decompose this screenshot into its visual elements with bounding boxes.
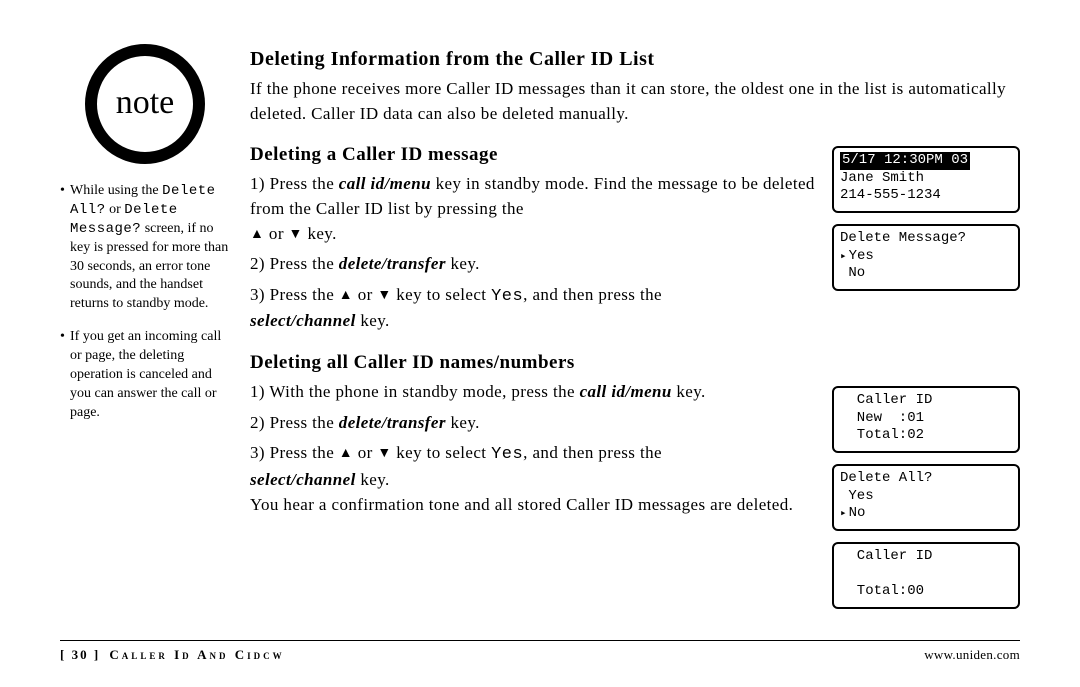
footer-url: www.uniden.com (924, 647, 1020, 663)
lcd-row-selected: No (840, 505, 1012, 523)
down-arrow-icon: ▼ (377, 286, 391, 306)
text: With the phone in standby mode, press th… (269, 382, 579, 401)
text: Press the (270, 443, 339, 462)
text: or (353, 443, 377, 462)
page-footer: [ 30 ] Caller Id And Cidcw www.uniden.co… (60, 647, 1020, 663)
note-label: note (116, 84, 175, 122)
main-content: Deleting Information from the Caller ID … (250, 48, 1020, 523)
heading-sub-2: Deleting all Caller ID names/numbers (250, 352, 1020, 374)
text: Press the (270, 285, 339, 304)
key-callid: call id/menu (339, 174, 431, 193)
sidenote-2: If you get an incoming call or page, the… (60, 328, 230, 422)
footer-rule (60, 640, 1020, 641)
lcd-row: Jane Smith (840, 170, 1012, 188)
lcd-yes: Yes (491, 287, 523, 306)
lcd-row: Yes (840, 488, 1012, 506)
sidenotes-list: While using the Delete All? or Delete Me… (60, 182, 230, 423)
lcd-row: Delete Message? (840, 230, 1012, 248)
lcd-row: 214-555-1234 (840, 187, 1012, 205)
sidenote-1-text-a: While using the (70, 183, 162, 198)
sidebar: note While using the Delete All? or Dele… (60, 44, 230, 437)
lcd-row: Total:02 (840, 427, 1012, 445)
lcd-screen-callerid-empty: Caller ID Total:00 (832, 542, 1020, 609)
section-title: Caller Id And Cidcw (109, 647, 284, 662)
lcd-yes: Yes (491, 445, 523, 464)
manual-page: note While using the Delete All? or Dele… (0, 0, 1080, 687)
up-arrow-icon: ▲ (339, 444, 353, 464)
lcd-row: Caller ID (840, 392, 1012, 410)
sidenote-1-text-b: or (106, 202, 125, 217)
key-deltrans: delete/transfer (339, 413, 446, 432)
lcd-screen-callerid-entry: 5/17 12:30PM 03 Jane Smith 214-555-1234 (832, 146, 1020, 213)
key-callid: call id/menu (580, 382, 672, 401)
lcd-row: 5/17 12:30PM 03 (840, 152, 1012, 170)
down-arrow-icon: ▼ (289, 225, 303, 245)
lcd-row: New :01 (840, 410, 1012, 428)
text: key to select (392, 285, 491, 304)
down-arrow-icon: ▼ (377, 444, 391, 464)
lcd-row-selected: Yes (840, 248, 1012, 266)
sidenote-1: While using the Delete All? or Delete Me… (60, 182, 230, 314)
text: Press the (270, 413, 339, 432)
lcd-row (840, 566, 1012, 584)
note-badge: note (85, 44, 205, 164)
text: key. (446, 413, 480, 432)
text: key. (446, 254, 480, 273)
lcd-row: Caller ID (840, 548, 1012, 566)
lcd-screen-delete-message: Delete Message? Yes No (832, 224, 1020, 291)
text: , and then press the (523, 285, 662, 304)
lcd-screen-callerid-count: Caller ID New :01 Total:02 (832, 386, 1020, 453)
lcd-row: Total:00 (840, 583, 1012, 601)
lcd-row: No (840, 265, 1012, 283)
lcd-text: No (848, 265, 865, 281)
text: key. (672, 382, 706, 401)
intro-paragraph: If the phone receives more Caller ID mes… (250, 77, 1020, 126)
key-selchan: select/channel (250, 311, 356, 330)
heading-main: Deleting Information from the Caller ID … (250, 48, 1020, 71)
text: key. (356, 470, 390, 489)
text: or (353, 285, 377, 304)
text: , and then press the (523, 443, 662, 462)
text: or (264, 224, 288, 243)
lcd-screen-delete-all: Delete All? Yes No (832, 464, 1020, 531)
confirm-text: You hear a confirmation tone and all sto… (250, 495, 793, 514)
text: key to select (392, 443, 491, 462)
text: Press the (270, 174, 339, 193)
up-arrow-icon: ▲ (250, 225, 264, 245)
page-number: [ 30 ] (60, 647, 100, 662)
text: key. (356, 311, 390, 330)
text: key. (303, 224, 337, 243)
step-a3: 3) Press the ▲ or ▼ key to select Yes, a… (250, 283, 1020, 334)
key-deltrans: delete/transfer (339, 254, 446, 273)
text: Press the (270, 254, 339, 273)
lcd-row: Delete All? (840, 470, 1012, 488)
text: the (502, 199, 524, 218)
key-selchan: select/channel (250, 470, 356, 489)
lcd-inverted-line: 5/17 12:30PM 03 (840, 152, 970, 170)
up-arrow-icon: ▲ (339, 286, 353, 306)
